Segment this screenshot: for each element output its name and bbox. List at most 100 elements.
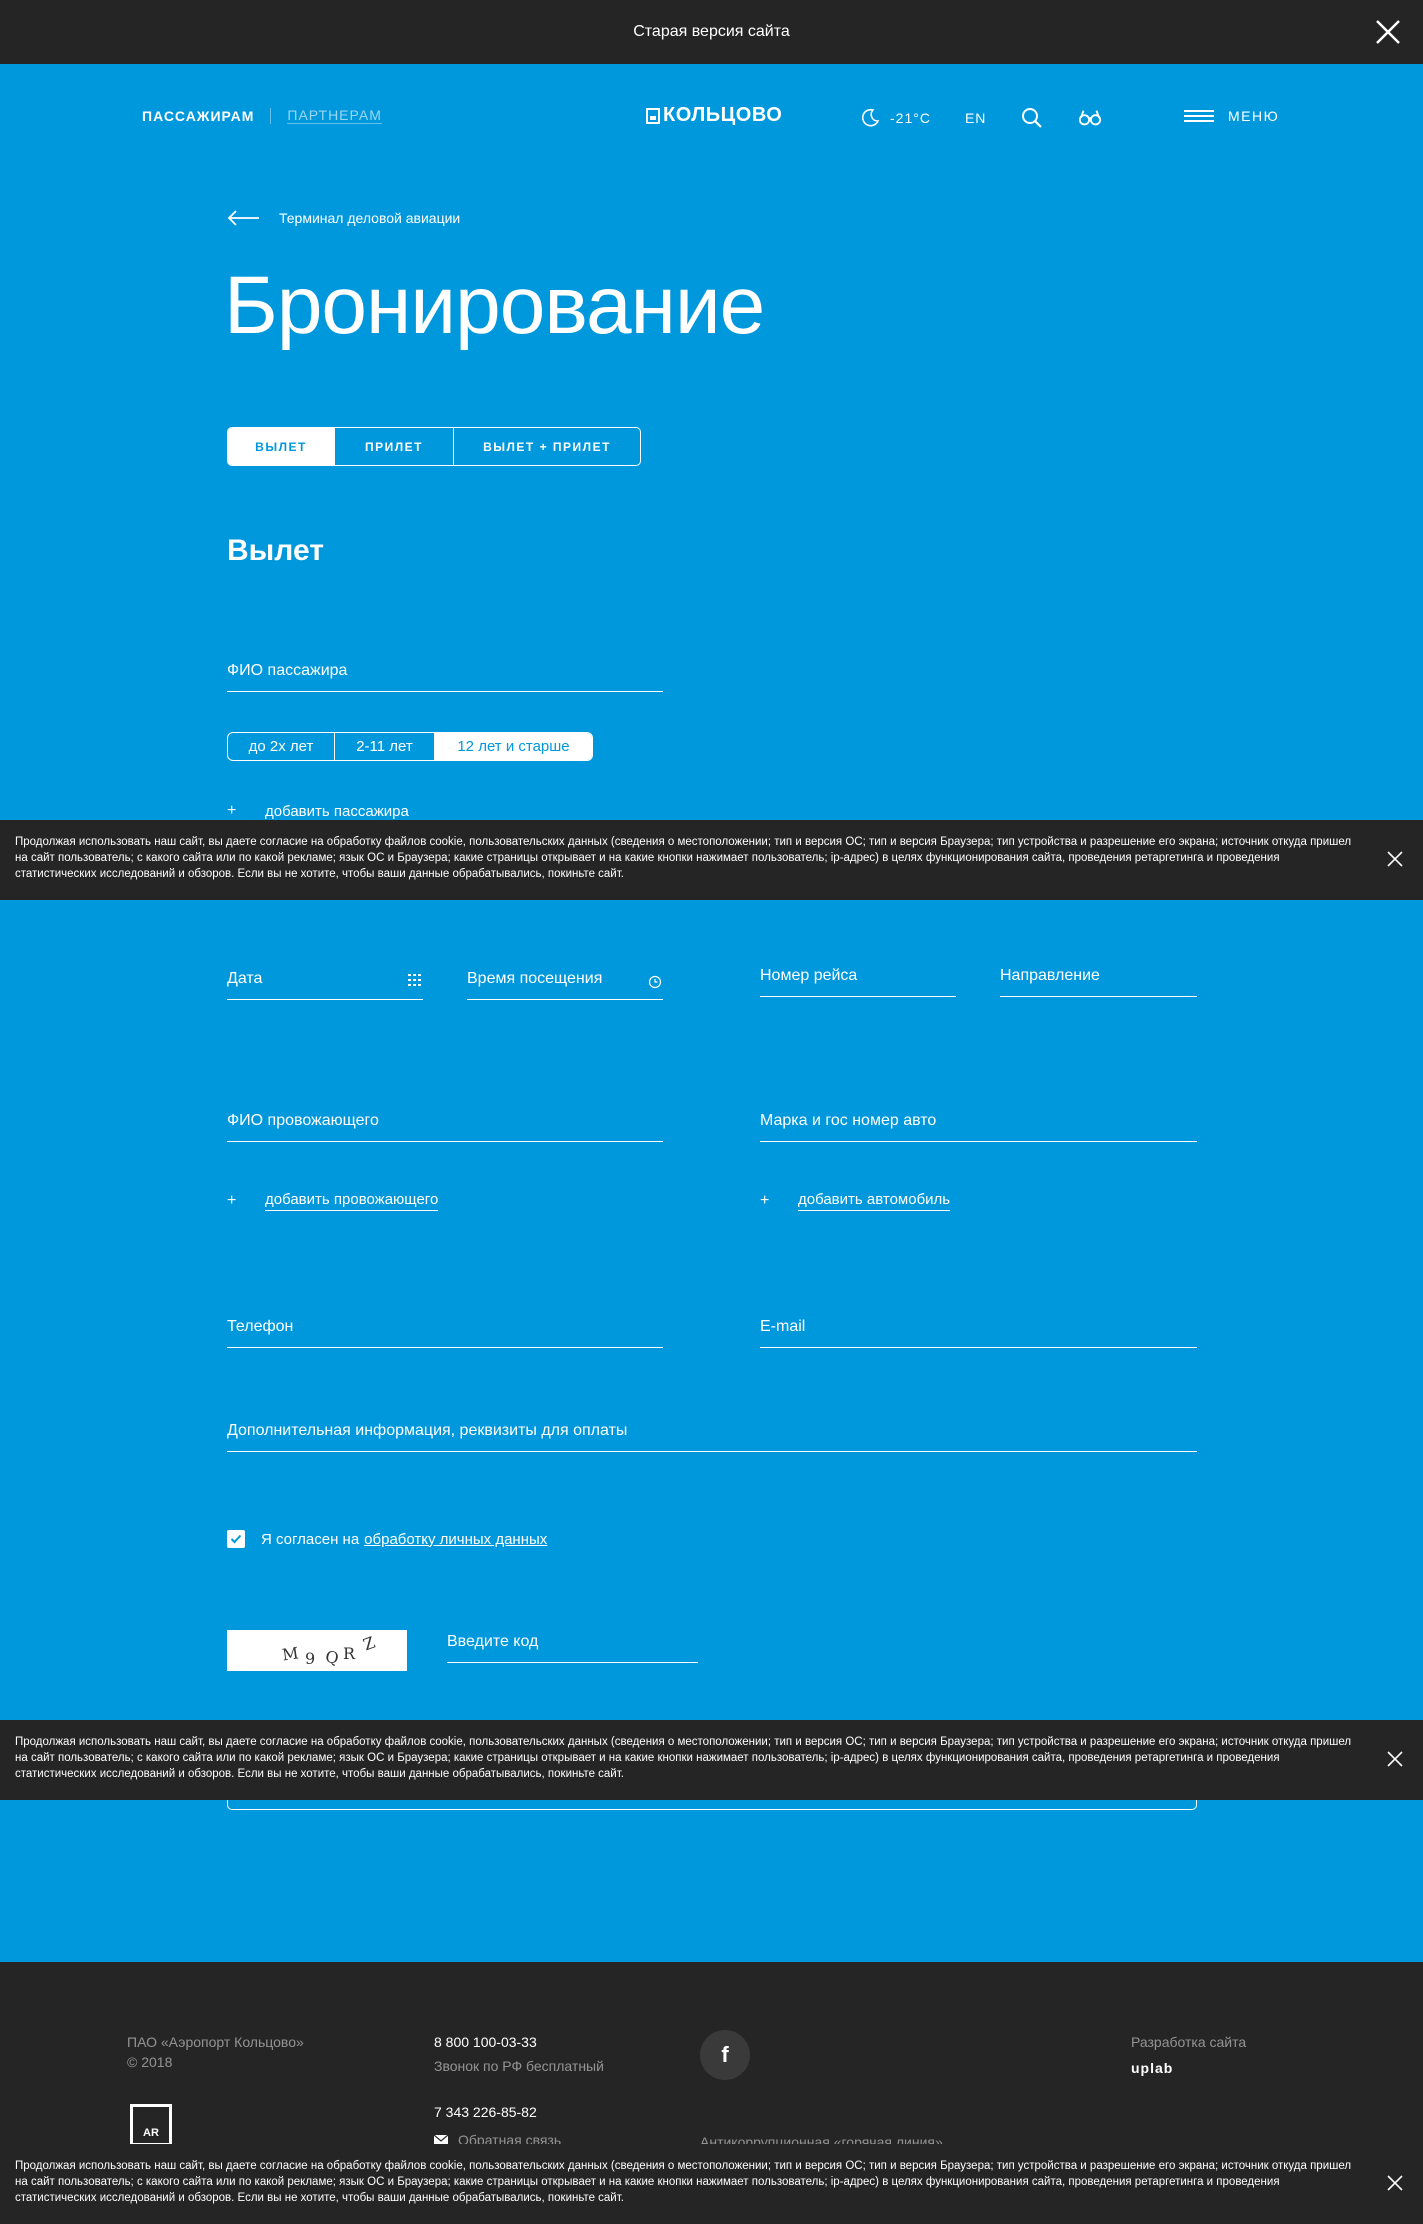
add-car-label: добавить автомобиль — [798, 1191, 951, 1211]
close-icon[interactable] — [1387, 1751, 1403, 1767]
phone-free-note: Звонок по РФ бесплатный — [434, 2058, 604, 2074]
calendar-icon[interactable] — [407, 972, 423, 988]
moon-icon — [862, 108, 880, 127]
menu-button[interactable]: МЕНЮ — [1184, 108, 1279, 124]
phone-free[interactable]: 8 800 100-03-33 — [434, 2032, 604, 2052]
booking-tabs: ВЫЛЕТ ПРИЛЕТ ВЫЛЕТ + ПРИЛЕТ — [227, 427, 641, 466]
back-link[interactable]: Терминал деловой авиации — [227, 210, 460, 226]
car-placeholder: Марка и гос номер авто — [760, 1112, 937, 1129]
header-tools: -21°C EN — [860, 106, 1102, 130]
direction-placeholder: Направление — [1000, 967, 1100, 984]
consent-text: Я согласен на — [261, 1530, 360, 1548]
add-passenger-button[interactable]: + добавить пассажира — [227, 802, 409, 820]
page-title: Бронирование — [224, 260, 765, 351]
tab-arrival[interactable]: ПРИЛЕТ — [335, 428, 454, 465]
close-icon[interactable] — [1387, 851, 1403, 867]
footer-dev: Разработка сайта uplab — [1131, 2032, 1246, 2078]
weather: -21°C — [860, 108, 931, 128]
flight-number-placeholder: Номер рейса — [760, 967, 858, 984]
arrow-left-icon — [227, 210, 259, 226]
checkmark-icon — [230, 1534, 242, 1544]
passenger-name-placeholder: ФИО пассажира — [227, 662, 348, 679]
add-escort-label: добавить провожающего — [265, 1191, 439, 1211]
plus-icon: + — [760, 1192, 770, 1209]
age-option-infant[interactable]: до 2х лет — [228, 733, 335, 760]
cookie-text: Продолжая использовать наш сайт, вы дает… — [15, 2160, 1352, 2204]
temperature: -21°C — [890, 110, 931, 126]
svg-text:9: 9 — [305, 1649, 315, 1668]
company-name: ПАО «Аэропорт Кольцово» — [127, 2034, 304, 2050]
svg-text:R: R — [343, 1644, 356, 1663]
captcha-placeholder: Введите код — [447, 1633, 539, 1650]
back-link-label: Терминал деловой авиации — [279, 210, 461, 226]
email-field[interactable]: E-mail — [760, 1318, 1197, 1348]
age-selector: до 2х лет 2-11 лет 12 лет и старше — [227, 732, 593, 761]
age-option-adult[interactable]: 12 лет и старше — [435, 733, 592, 760]
glasses-icon[interactable] — [1078, 106, 1102, 130]
cookie-text: Продолжая использовать наш сайт, вы дает… — [15, 836, 1352, 880]
svg-text:M: M — [281, 1643, 300, 1664]
menu-label: МЕНЮ — [1228, 108, 1280, 124]
search-icon[interactable] — [1020, 106, 1044, 130]
consent-link[interactable]: обработку личных данных — [364, 1531, 547, 1548]
consent-checkbox[interactable] — [227, 1530, 245, 1548]
facebook-icon[interactable]: f — [700, 2030, 750, 2080]
car-field[interactable]: Марка и гос номер авто — [760, 1112, 1197, 1142]
visit-time-placeholder: Время посещения — [467, 970, 603, 987]
tab-departure[interactable]: ВЫЛЕТ — [228, 428, 335, 465]
footer-company: ПАО «Аэропорт Кольцово» © 2018 — [127, 2032, 304, 2072]
plus-icon: + — [227, 1192, 237, 1209]
plus-icon: + — [227, 802, 237, 819]
close-icon[interactable] — [1373, 17, 1403, 47]
old-version-link[interactable]: Старая версия сайта — [633, 23, 790, 41]
close-icon[interactable] — [1387, 2175, 1403, 2191]
phone-field[interactable]: Телефон — [227, 1318, 663, 1348]
captcha-text: M 9 Q R Z — [281, 1633, 378, 1668]
phone-local[interactable]: 7 343 226-85-82 — [434, 2102, 604, 2122]
flight-number-field[interactable]: Номер рейса — [760, 967, 956, 997]
cookie-banner: Продолжая использовать наш сайт, вы дает… — [0, 2144, 1423, 2224]
consent-row: Я согласен на обработку личных данных — [227, 1530, 547, 1548]
ar-logo[interactable]: AR — [130, 2104, 172, 2146]
logo[interactable]: КОЛЬЦОВО — [646, 104, 782, 127]
nav-passengers[interactable]: ПАССАЖИРАМ — [142, 108, 254, 124]
captcha-input[interactable]: Введите код — [447, 1633, 698, 1663]
visit-time-field[interactable]: Время посещения — [467, 970, 663, 1000]
dev-label: Разработка сайта — [1131, 2034, 1247, 2050]
cookie-banner: Продолжая использовать наш сайт, вы дает… — [0, 1720, 1423, 1800]
escort-name-field[interactable]: ФИО провожающего — [227, 1112, 663, 1142]
clock-icon[interactable] — [647, 974, 663, 990]
audience-nav: ПАССАЖИРАМ ПАРТНЕРАМ — [142, 107, 382, 124]
footer-contacts: 8 800 100-03-33 Звонок по РФ бесплатный … — [434, 2032, 604, 2150]
old-version-bar: Старая версия сайта — [0, 0, 1423, 64]
escort-name-placeholder: ФИО провожающего — [227, 1112, 379, 1129]
copyright: © 2018 — [127, 2054, 173, 2070]
date-field[interactable]: Дата — [227, 970, 423, 1000]
tab-departure-arrival[interactable]: ВЫЛЕТ + ПРИЛЕТ — [454, 428, 640, 465]
cookie-text: Продолжая использовать наш сайт, вы дает… — [15, 1736, 1352, 1780]
extra-info-placeholder: Дополнительная информация, реквизиты для… — [227, 1422, 628, 1439]
phone-placeholder: Телефон — [227, 1318, 294, 1335]
burger-icon — [1184, 110, 1214, 122]
svg-text:Z: Z — [361, 1633, 378, 1655]
nav-divider — [270, 107, 272, 124]
cookie-banner: Продолжая использовать наш сайт, вы дает… — [0, 820, 1423, 900]
direction-field[interactable]: Направление — [1000, 967, 1197, 997]
add-car-button[interactable]: + добавить автомобиль — [760, 1191, 951, 1211]
section-title: Вылет — [227, 534, 324, 567]
date-placeholder: Дата — [227, 970, 263, 987]
nav-partners[interactable]: ПАРТНЕРАМ — [287, 107, 382, 124]
add-escort-button[interactable]: + добавить провожающего — [227, 1191, 439, 1211]
extra-info-field[interactable]: Дополнительная информация, реквизиты для… — [227, 1422, 1197, 1452]
site-header: ПАССАЖИРАМ ПАРТНЕРАМ КОЛЬЦОВО -21°C EN М… — [0, 64, 1423, 174]
add-passenger-label: добавить пассажира — [265, 802, 409, 820]
captcha-image: M 9 Q R Z — [227, 1630, 407, 1671]
age-option-child[interactable]: 2-11 лет — [335, 733, 435, 760]
svg-text:Q: Q — [324, 1647, 340, 1668]
passenger-name-field[interactable]: ФИО пассажира — [227, 662, 663, 692]
logo-text: КОЛЬЦОВО — [663, 104, 783, 126]
lang-switch[interactable]: EN — [965, 110, 986, 126]
email-placeholder: E-mail — [760, 1318, 806, 1335]
dev-logo[interactable]: uplab — [1131, 2058, 1246, 2078]
logo-mark — [646, 107, 660, 124]
